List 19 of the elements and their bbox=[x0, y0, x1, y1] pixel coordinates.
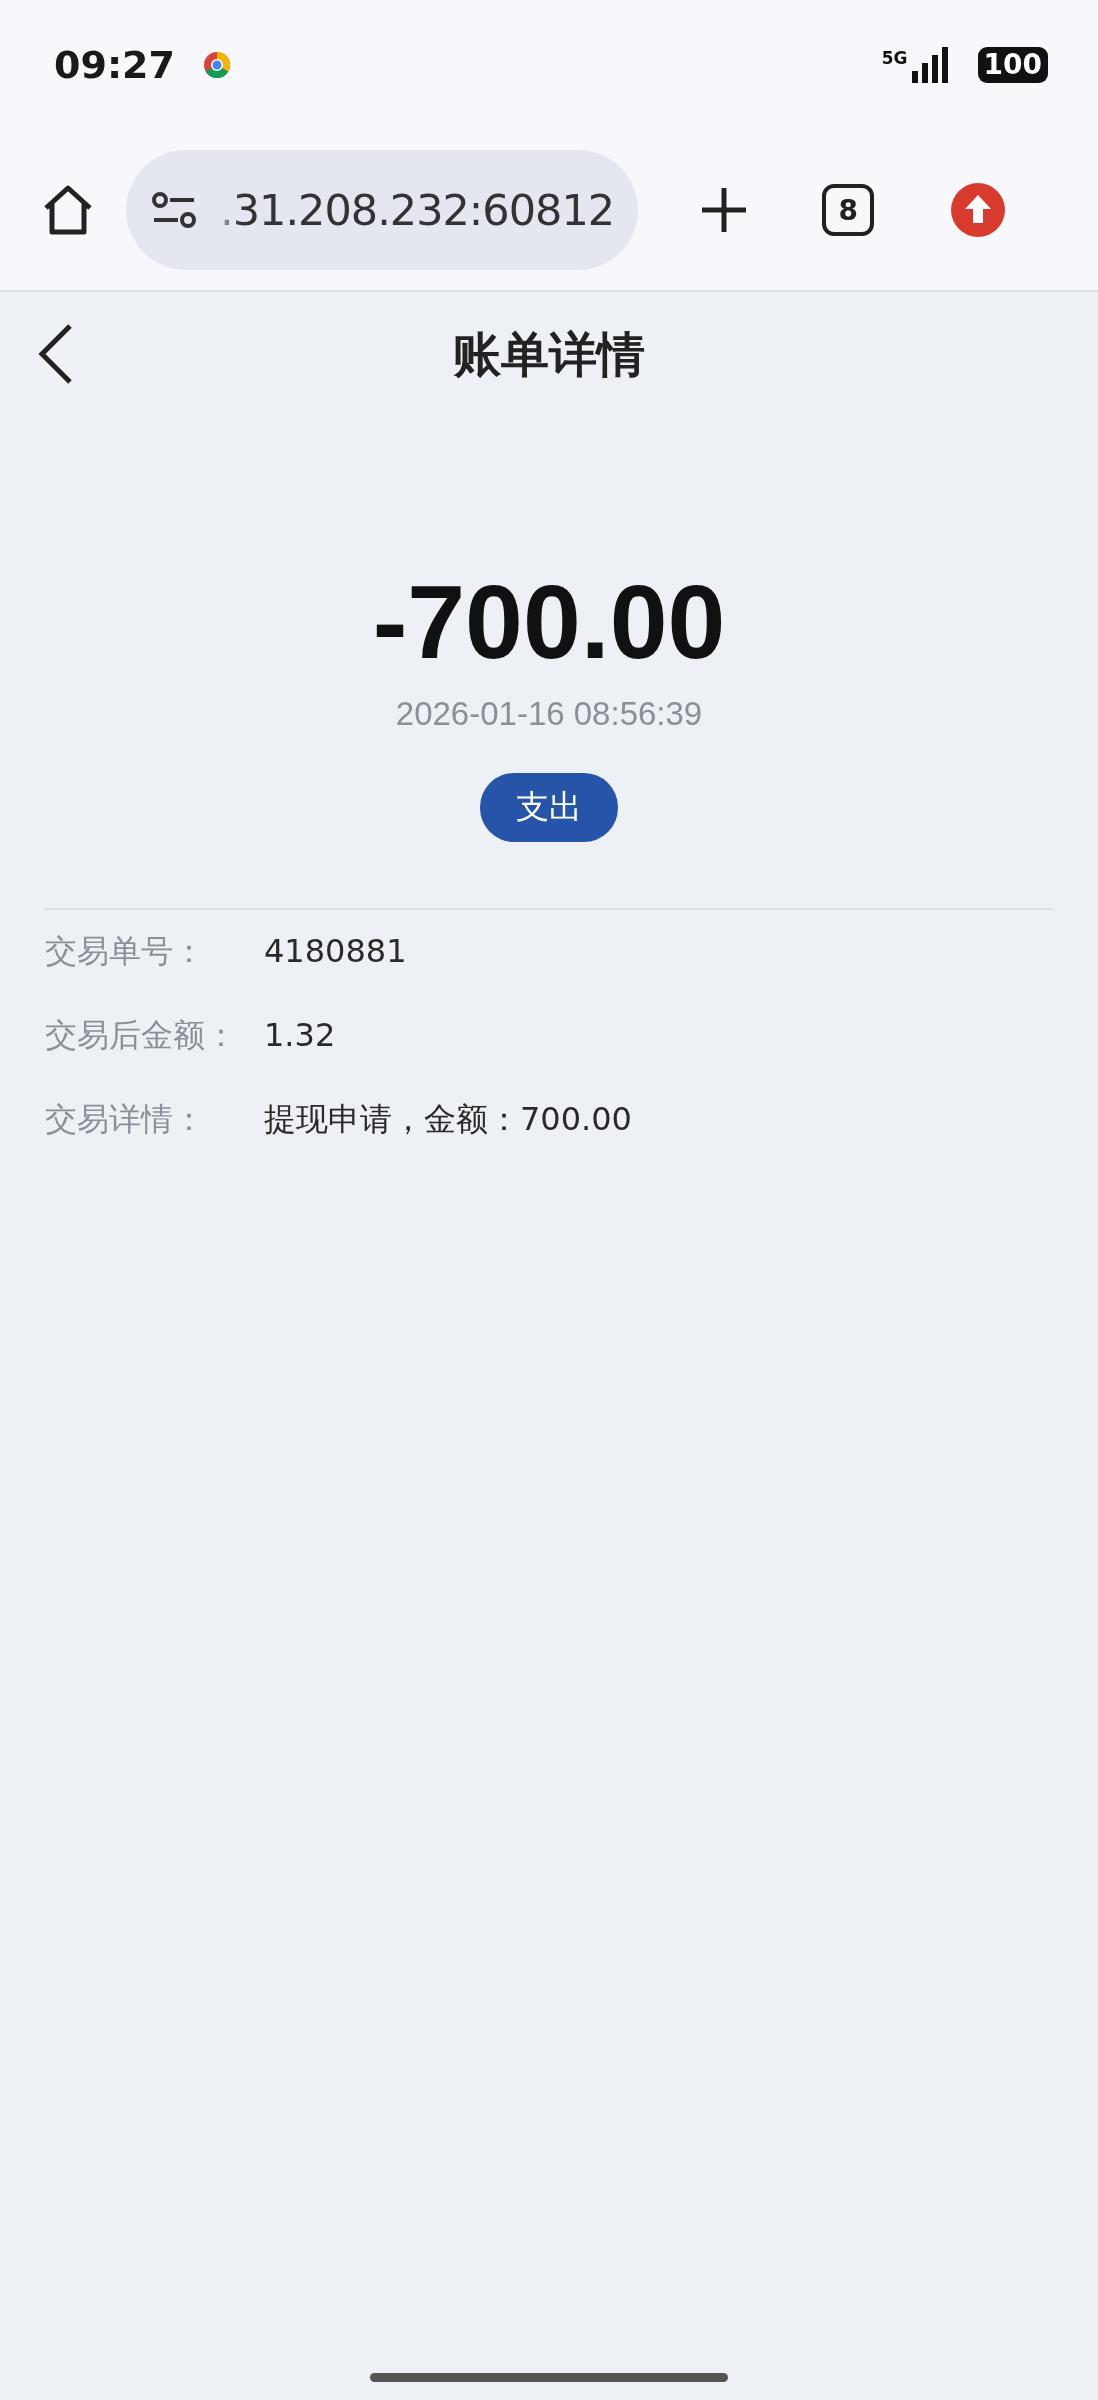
page-title: 账单详情 bbox=[453, 324, 645, 384]
site-settings-icon[interactable] bbox=[150, 190, 198, 230]
transaction-time: 2026-01-16 08:56:39 bbox=[395, 695, 703, 733]
type-badge: 支出 bbox=[480, 773, 618, 842]
detail-label: 交易后金额： bbox=[45, 1015, 238, 1056]
battery-level: 100 bbox=[977, 47, 1048, 83]
detail-value: 1.32 bbox=[264, 1015, 337, 1056]
signal-icon bbox=[911, 47, 950, 83]
amount: -700.00 bbox=[372, 563, 726, 682]
browser-icon bbox=[202, 51, 231, 79]
tab-count-button[interactable]: 8 bbox=[822, 184, 875, 236]
detail-value: 提现申请，金额：700.00 bbox=[264, 1099, 633, 1140]
status-time: 09:27 bbox=[54, 43, 175, 87]
detail-label: 交易详情： bbox=[45, 1099, 206, 1140]
url-text: .31.208.232:60812 bbox=[220, 185, 615, 235]
address-bar[interactable]: .31.208.232:60812 bbox=[126, 150, 639, 270]
detail-value: 4180881 bbox=[264, 931, 408, 972]
detail-label: 交易单号： bbox=[45, 931, 206, 972]
network-label: 5G bbox=[881, 48, 908, 68]
